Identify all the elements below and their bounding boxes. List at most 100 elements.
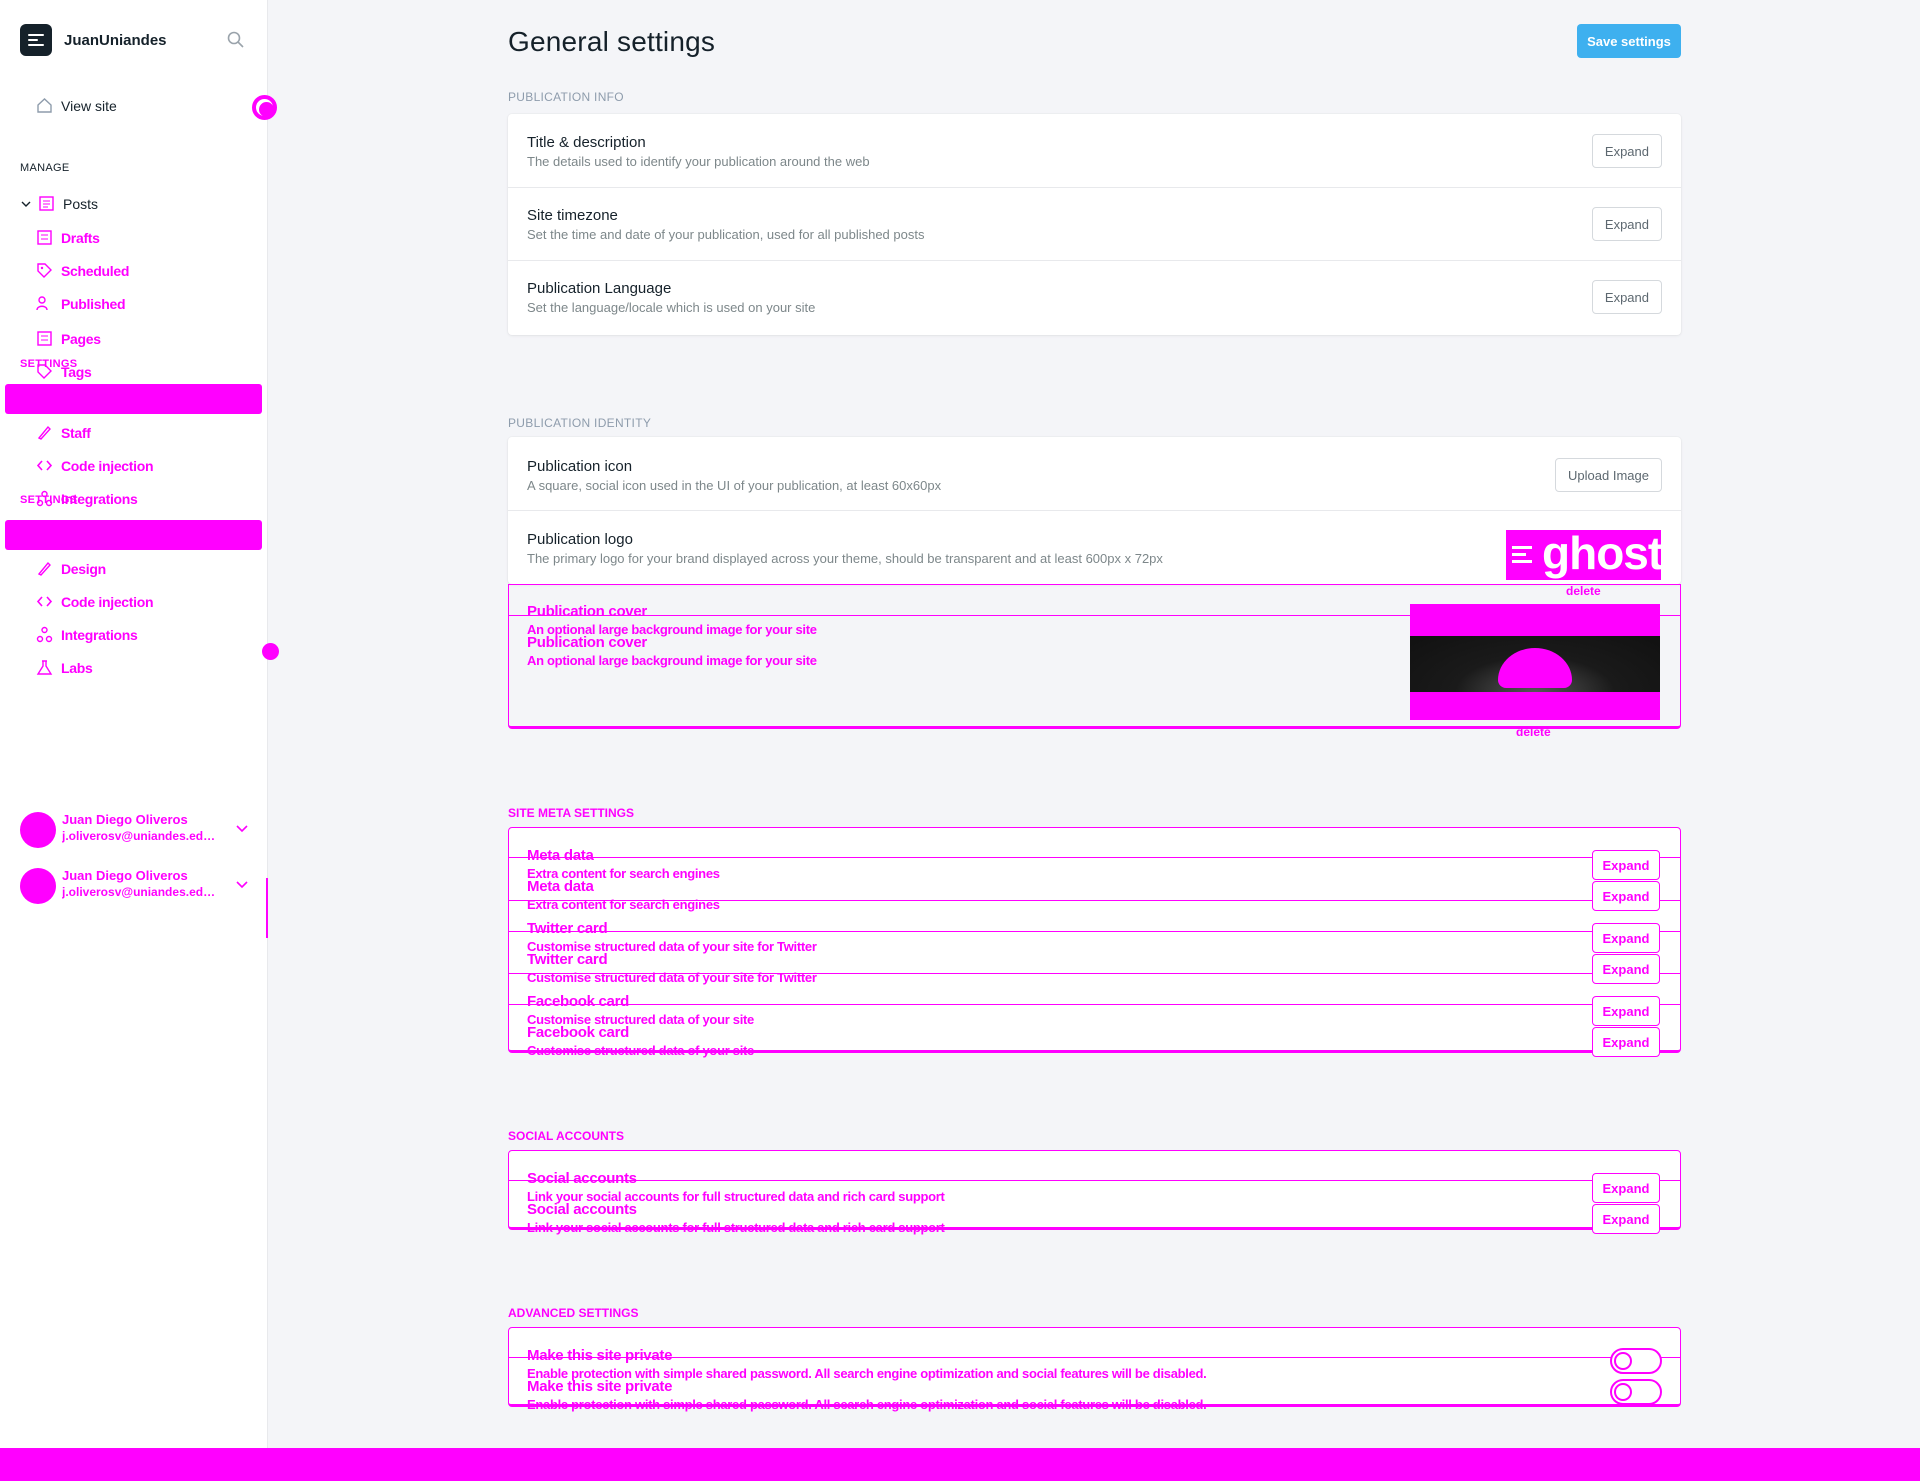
sidebar-item-drafts[interactable]: Drafts: [36, 229, 100, 246]
staff-icon: [36, 296, 48, 311]
sidebar-item-design[interactable]: Design: [36, 560, 106, 577]
tags-label: Tags: [61, 363, 92, 380]
chevron-down-icon: [236, 825, 248, 833]
expand-button[interactable]: Expand: [1592, 1027, 1660, 1057]
expand-button[interactable]: Expand: [1592, 1173, 1660, 1203]
divider: [508, 1180, 1681, 1181]
chevron-down-icon: [236, 881, 248, 889]
sidebar-item-integrations-2[interactable]: Integrations: [36, 626, 138, 643]
active-item-highlight-2: [5, 520, 262, 550]
sidebar-item-scheduled[interactable]: Scheduled: [36, 262, 129, 279]
tag-icon: [37, 263, 52, 278]
sidebar-item-integrations[interactable]: Integrations: [36, 490, 138, 507]
divider: [508, 931, 1681, 932]
social-accounts-label: SOCIAL ACCOUNTS: [508, 1129, 625, 1143]
private-site-toggle[interactable]: [1610, 1348, 1662, 1374]
save-settings-button[interactable]: Save settings: [1577, 24, 1681, 58]
brand[interactable]: JuanUniandes: [20, 24, 167, 56]
bottom-bar: [0, 1448, 1920, 1481]
title-description-row: Title & description The details used to …: [508, 114, 1681, 188]
expand-button[interactable]: Expand: [1591, 280, 1662, 314]
meta-data-title: Meta data: [527, 847, 594, 864]
meta-data-desc-2: Extra content for search engines: [527, 897, 720, 912]
publication-language-row: Publication Language Set the language/lo…: [508, 261, 1681, 335]
pages-icon: [37, 331, 52, 346]
row-desc: A square, social icon used in the UI of …: [527, 478, 942, 493]
integrations-icon: [36, 490, 53, 507]
private-site-title: Make this site private: [527, 1347, 673, 1364]
twitter-card-desc-2: Customise structured data of your site f…: [527, 970, 817, 985]
row-title: Publication logo: [527, 531, 633, 548]
page-title: General settings: [508, 26, 716, 57]
user-email-2: j.oliverosv@uniandes.edu.co: [62, 885, 222, 899]
drafts-label: Drafts: [61, 229, 100, 246]
advanced-settings-label: ADVANCED SETTINGS: [508, 1306, 639, 1320]
code-icon: [36, 460, 53, 471]
cover-preview: [1410, 604, 1660, 720]
row-title: Title & description: [527, 134, 646, 151]
pages-icon: [37, 230, 52, 245]
social-accounts-desc-2: Link your social accounts for full struc…: [527, 1220, 945, 1235]
social-accounts-title-2: Social accounts: [527, 1201, 637, 1218]
active-item-highlight: [5, 384, 262, 414]
expand-button[interactable]: Expand: [1592, 1204, 1660, 1234]
private-site-desc-2: Enable protection with simple shared pas…: [527, 1397, 1207, 1412]
view-site-link[interactable]: View site: [36, 97, 117, 114]
view-site-label: View site: [61, 97, 117, 114]
facebook-card-title-2: Facebook card: [527, 1024, 629, 1041]
design-label: Design: [61, 560, 106, 577]
row-title: Site timezone: [527, 207, 618, 224]
delete-cover-link[interactable]: delete: [1516, 725, 1551, 739]
integrations-label: Integrations: [61, 490, 138, 507]
expand-button[interactable]: Expand: [1591, 134, 1662, 168]
user-name-2: Juan Diego Oliveros: [62, 868, 188, 883]
tag-icon: [37, 364, 52, 379]
expand-button[interactable]: Expand: [1592, 881, 1660, 911]
facebook-card-desc-2: Customise structured data of your site: [527, 1043, 754, 1058]
publication-info-label: PUBLICATION INFO: [508, 90, 624, 104]
twitter-card-title: Twitter card: [527, 920, 608, 937]
ghost-logo-icon: [20, 24, 52, 56]
sidebar-item-code-injection-2[interactable]: Code injection: [36, 593, 154, 610]
staff-label: Staff: [61, 424, 91, 441]
manage-heading: MANAGE: [20, 162, 70, 174]
expand-button[interactable]: Expand: [1592, 996, 1660, 1026]
sidebar-item-posts[interactable]: Posts: [20, 195, 98, 212]
posts-icon: [39, 196, 54, 211]
user-email: j.oliverosv@uniandes.edu.co: [62, 829, 222, 843]
sidebar-item-pages[interactable]: Pages: [36, 330, 101, 347]
private-site-toggle-2[interactable]: [1610, 1379, 1662, 1405]
private-site-title-2: Make this site private: [527, 1378, 673, 1395]
row-desc: Set the language/locale which is used on…: [527, 300, 816, 315]
site-meta-label: SITE META SETTINGS: [508, 806, 635, 820]
twitter-card-title-2: Twitter card: [527, 951, 608, 968]
sidebar-item-published[interactable]: Published: [36, 295, 126, 312]
posts-label: Posts: [63, 195, 99, 212]
brush-icon: [37, 425, 51, 440]
divider: [508, 1004, 1681, 1005]
upload-image-button[interactable]: Upload Image: [1555, 458, 1662, 492]
row-desc: The primary logo for your brand displaye…: [527, 551, 1163, 566]
sidebar-item-code-injection[interactable]: Code injection: [36, 457, 154, 474]
avatar: [20, 868, 56, 904]
row-desc: The details used to identify your public…: [527, 154, 870, 169]
integrations-icon: [36, 626, 53, 643]
publication-info-card: Title & description The details used to …: [508, 114, 1681, 335]
row-title: Publication Language: [527, 280, 672, 297]
sidebar-item-staff[interactable]: Staff: [36, 424, 91, 441]
logo-preview: ghost: [1506, 527, 1663, 580]
expand-button[interactable]: Expand: [1592, 954, 1660, 984]
row-title: Publication icon: [527, 458, 633, 475]
user-menu[interactable]: Juan Diego Oliveros j.oliverosv@uniandes…: [20, 810, 255, 850]
meta-data-title-2: Meta data: [527, 878, 594, 895]
divider: [266, 878, 268, 938]
expand-button[interactable]: Expand: [1591, 207, 1662, 241]
user-menu-2[interactable]: Juan Diego Oliveros j.oliverosv@uniandes…: [20, 866, 255, 906]
sidebar-item-tags[interactable]: Tags: [36, 363, 92, 380]
search-icon[interactable]: [227, 31, 244, 48]
publication-identity-label: PUBLICATION IDENTITY: [508, 416, 652, 430]
expand-button[interactable]: Expand: [1592, 923, 1660, 953]
expand-button[interactable]: Expand: [1592, 850, 1660, 880]
sidebar-item-labs[interactable]: Labs: [36, 659, 93, 676]
publication-icon-row: Publication icon A square, social icon u…: [508, 437, 1681, 511]
